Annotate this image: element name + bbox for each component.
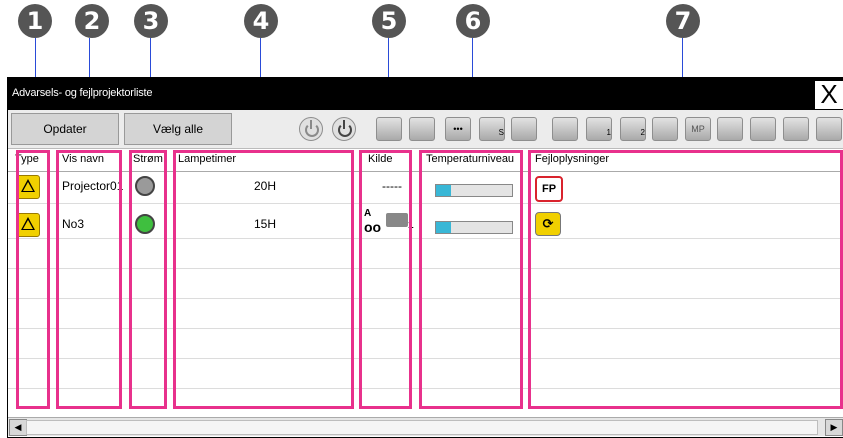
highlight-error-column: [528, 150, 843, 409]
wireless-source-icon[interactable]: [816, 117, 842, 141]
callout-6: 6: [456, 4, 490, 38]
callout-7: 7: [666, 4, 700, 38]
usb1-source-icon[interactable]: [750, 117, 776, 141]
network-source-icon[interactable]: [717, 117, 743, 141]
highlight-type-column: [16, 150, 50, 409]
hdmi-source-icon[interactable]: [552, 117, 578, 141]
highlight-lamp-column: [173, 150, 354, 409]
usb2-source-icon[interactable]: [783, 117, 809, 141]
callout-1: 1: [18, 4, 52, 38]
scrollbar-thumb[interactable]: [26, 420, 818, 435]
computer1-source-icon[interactable]: [376, 117, 402, 141]
component-source-icon[interactable]: •••: [445, 117, 471, 141]
dvi-source-icon[interactable]: [652, 117, 678, 141]
input1-source-icon[interactable]: 1: [586, 117, 612, 141]
component-icon-label: •••: [453, 124, 463, 134]
toolbar: Opdater Vælg alle ••• S 1 2 MP: [8, 110, 843, 149]
highlight-source-column: [359, 150, 412, 409]
svideo-icon-label: S: [498, 128, 504, 137]
svideo-source-icon[interactable]: S: [479, 117, 505, 141]
power-off-icon[interactable]: [332, 117, 356, 141]
highlight-name-column: [56, 150, 122, 409]
scroll-right-button[interactable]: ▶: [825, 419, 843, 436]
callout-5: 5: [372, 4, 406, 38]
input1-icon-label: 1: [606, 128, 611, 137]
update-button[interactable]: Opdater: [11, 113, 119, 145]
title-bar: Advarsels- og fejlprojektorliste X: [8, 78, 843, 110]
select-all-button[interactable]: Vælg alle: [124, 113, 232, 145]
power-on-icon[interactable]: [299, 117, 323, 141]
callout-4: 4: [244, 4, 278, 38]
close-button[interactable]: X: [814, 80, 843, 110]
computer2-source-icon[interactable]: [409, 117, 435, 141]
highlight-power-column: [129, 150, 167, 409]
callout-2: 2: [75, 4, 109, 38]
window-title: Advarsels- og fejlprojektorliste: [12, 87, 153, 99]
highlight-temperature-column: [419, 150, 523, 409]
input2-icon-label: 2: [640, 128, 645, 137]
video-source-icon[interactable]: [511, 117, 537, 141]
input2-source-icon[interactable]: 2: [620, 117, 646, 141]
mp-icon-label: MP: [691, 124, 705, 134]
horizontal-scrollbar[interactable]: ◀ ▶: [8, 417, 843, 436]
callout-3: 3: [134, 4, 168, 38]
scroll-left-button[interactable]: ◀: [9, 419, 27, 436]
mp-source-icon[interactable]: MP: [685, 117, 711, 141]
